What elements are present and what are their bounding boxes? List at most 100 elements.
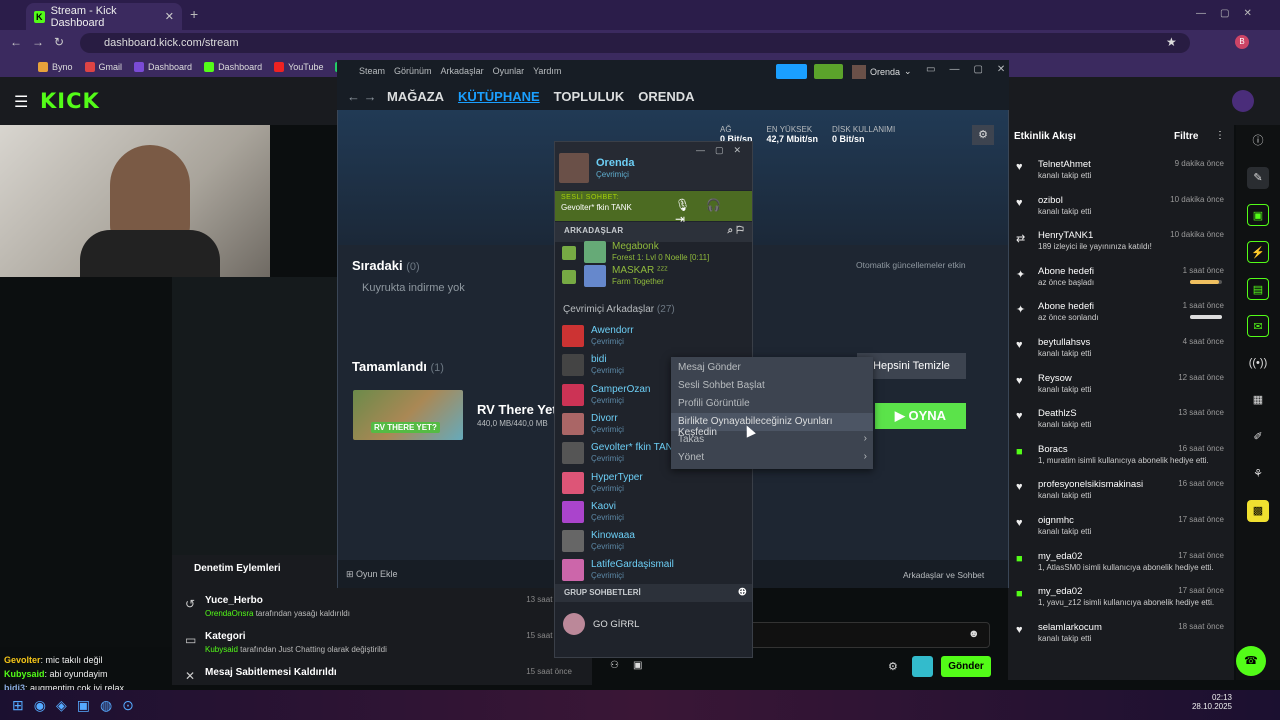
share-icon[interactable]: ⚘ xyxy=(1247,463,1269,485)
activity-name[interactable]: beytullahsvs xyxy=(1038,337,1090,348)
chat-tools-icon[interactable]: ⚇▣ xyxy=(610,660,656,671)
activity-name[interactable]: Boracs xyxy=(1038,444,1068,455)
bookmark-item[interactable]: Dashboard xyxy=(204,61,262,72)
friends-chat-button[interactable]: Arkadaşlar ve Sohbet xyxy=(903,570,984,580)
activity-name[interactable]: oignmhc xyxy=(1038,515,1074,526)
game-art[interactable]: RV THERE YET? xyxy=(353,390,463,440)
stream-preview xyxy=(172,277,337,555)
info-icon[interactable]: ⓘ xyxy=(1247,130,1269,152)
context-menu-item[interactable]: Yönet › xyxy=(671,449,873,467)
edit-icon[interactable]: ✎ xyxy=(1247,167,1269,189)
steam-window-controls[interactable]: ▭—▢✕ xyxy=(926,64,1019,75)
steam-nav-1[interactable]: KÜTÜPHANE xyxy=(458,89,540,104)
emote-button[interactable] xyxy=(912,656,933,677)
taskbar-icons[interactable]: ⊞◉◈▣◍⊙ xyxy=(12,697,144,714)
activity-detail: kanalı takip etti xyxy=(1038,633,1092,643)
activity-name[interactable]: my_eda02 xyxy=(1038,551,1082,562)
mod-action-row: ↺ Yuce_Herbo OrendaOnsra tarafından yasağı… xyxy=(177,593,582,627)
document-icon[interactable]: ▤ xyxy=(1247,278,1269,300)
steam-menu-item[interactable]: Oyunlar xyxy=(493,66,525,76)
clip-icon[interactable]: ▩ xyxy=(1247,500,1269,522)
steam-menu-item[interactable]: Görünüm xyxy=(394,66,432,76)
context-menu-item[interactable]: Birlikte Oynayabileceğiniz Oyunları Keşf… xyxy=(671,413,873,438)
bookmark-item[interactable]: Byno xyxy=(38,61,73,72)
chat-text: : mic takılı değil xyxy=(40,655,103,665)
context-menu-item[interactable]: Profili Görüntüle xyxy=(671,395,873,413)
settings-icon[interactable]: ⚙ xyxy=(888,660,898,673)
context-menu-item[interactable]: Sesli Sohbet Başlat xyxy=(671,377,873,395)
context-menu-item[interactable]: Takas › xyxy=(671,431,873,449)
bookmark-item[interactable]: Dashboard xyxy=(134,61,192,72)
activity-name[interactable]: HenryTANK1 xyxy=(1038,230,1093,241)
steam-back-forward-icon[interactable]: ← → xyxy=(347,89,377,104)
play-button[interactable]: ▶ OYNA xyxy=(875,403,966,429)
activity-name[interactable]: Abone hedefi xyxy=(1038,266,1094,277)
game-title[interactable]: RV There Yet? xyxy=(477,402,565,417)
steam-menu-item[interactable]: Yardım xyxy=(533,66,561,76)
profile-avatar[interactable]: B xyxy=(1235,35,1249,49)
broadcast-icon[interactable]: ((•)) xyxy=(1247,352,1269,374)
steam-nav-3[interactable]: ORENDA xyxy=(638,89,694,104)
activity-name[interactable]: profesyonelsikismakinasi xyxy=(1038,479,1143,490)
activity-name[interactable]: my_eda02 xyxy=(1038,586,1082,597)
friend-online-item[interactable]: HyperTyper Çevrimiçi xyxy=(562,471,742,499)
more-options-icon[interactable]: ⋮ xyxy=(1215,130,1225,141)
activity-filter[interactable]: Filtre xyxy=(1174,131,1198,142)
activity-name[interactable]: DeathlzS xyxy=(1038,408,1077,419)
support-icon[interactable]: ☎ xyxy=(1236,646,1266,676)
steam-nav-2[interactable]: TOPLULUK xyxy=(554,89,625,104)
mod-action-desc: Kubysaid tarafından Just Chatting olarak… xyxy=(205,645,387,654)
announce-button[interactable] xyxy=(776,64,807,79)
activity-item: ♥ TelnetAhmet kanalı takip etti 9 dakika ön… xyxy=(1012,157,1230,192)
friend-online-item[interactable]: LatifeGardaşismail Çevrimiçi xyxy=(562,558,742,586)
kick-logo[interactable]: KICK xyxy=(40,89,100,113)
steam-nav-0[interactable]: MAĞAZA xyxy=(387,89,444,104)
taskbar-clock[interactable]: 02:13 28.10.2025 xyxy=(1192,693,1232,711)
notification-button[interactable] xyxy=(814,64,843,79)
friends-username[interactable]: Orenda xyxy=(596,157,635,169)
friends-avatar[interactable] xyxy=(559,153,589,183)
steam-settings-icon[interactable]: ⚙ xyxy=(972,125,994,145)
layout-icon[interactable]: ▦ xyxy=(1247,389,1269,411)
star-icon[interactable]: ★ xyxy=(1166,35,1177,49)
chat-username[interactable]: Gevolter xyxy=(4,655,41,665)
send-button[interactable]: Gönder xyxy=(941,656,991,677)
friend-online-item[interactable]: Awendorr Çevrimiçi xyxy=(562,324,742,352)
activity-name[interactable]: TelnetAhmet xyxy=(1038,159,1091,170)
steam-user-menu[interactable]: Orenda ⌄ xyxy=(852,64,912,79)
steam-menu-item[interactable]: Arkadaşlar xyxy=(441,66,484,76)
activity-name[interactable]: ozibol xyxy=(1038,195,1063,206)
close-tab-icon[interactable]: ✕ xyxy=(165,10,174,23)
activity-name[interactable]: Abone hedefi xyxy=(1038,301,1094,312)
group-chat-item[interactable]: GO GİRRL xyxy=(563,613,748,635)
tool-icon[interactable]: ✐ xyxy=(1247,426,1269,448)
bookmark-icon xyxy=(204,61,215,72)
browser-tab[interactable]: K Stream - Kick Dashboard ✕ xyxy=(26,3,182,30)
add-group-icon[interactable]: ⊕ xyxy=(738,585,747,598)
friend-online-item[interactable]: Kaovi Çevrimiçi xyxy=(562,500,742,528)
user-avatar[interactable] xyxy=(1232,90,1254,112)
capture-icon[interactable]: ▣ xyxy=(1247,204,1269,226)
url-input[interactable]: dashboard.kick.com/stream xyxy=(80,33,1190,53)
chat-icon[interactable]: ✉ xyxy=(1247,315,1269,337)
clear-all-button[interactable]: Hepsini Temizle xyxy=(857,353,966,379)
emoji-icon[interactable]: ☻ xyxy=(968,628,980,640)
group-chats-header[interactable]: GRUP SOHBETLERİ ⊕ xyxy=(555,584,752,602)
activity-name[interactable]: Reysow xyxy=(1038,373,1072,384)
nav-arrows-icon[interactable]: ←→↻ xyxy=(10,35,74,49)
bookmark-item[interactable]: Gmail xyxy=(84,61,122,72)
friends-window-controls[interactable]: —▢✕ xyxy=(696,145,751,156)
context-menu-item[interactable]: Mesaj Gönder xyxy=(671,359,873,377)
search-icon[interactable]: ⌕ ⚐ xyxy=(727,225,744,236)
steam-menu-item[interactable]: Steam xyxy=(359,66,385,76)
chat-username[interactable]: Kubysaid xyxy=(4,669,45,679)
friend-ingame-item[interactable]: MASKAR ᶻᶻᶻ Farm Together xyxy=(562,264,742,292)
bookmark-item[interactable]: YouTube xyxy=(274,61,323,72)
friend-online-item[interactable]: Kinowaaa Çevrimiçi xyxy=(562,529,742,557)
add-game-button[interactable]: ⊞ Oyun Ekle xyxy=(346,569,398,580)
activity-name[interactable]: selamlarkocum xyxy=(1038,622,1102,633)
window-controls[interactable]: —▢✕ xyxy=(1196,8,1266,19)
lightning-icon[interactable]: ⚡ xyxy=(1247,241,1269,263)
new-tab-icon[interactable]: + xyxy=(190,6,198,22)
hamburger-icon[interactable]: ☰ xyxy=(14,92,28,112)
